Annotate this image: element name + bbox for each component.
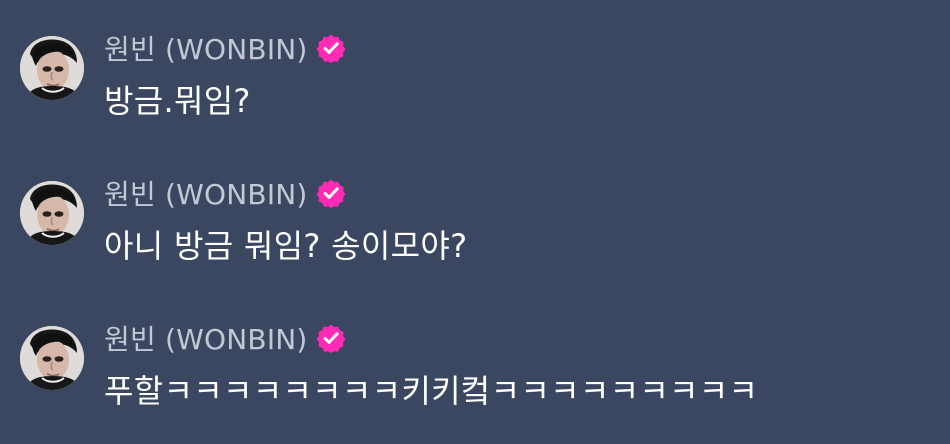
chat-message: 원빈 (WONBIN) 푸할ㅋㅋㅋㅋㅋㅋㅋㅋ키키컼ㅋㅋㅋㅋㅋㅋㅋㅋㅋ — [20, 318, 920, 418]
avatar[interactable] — [20, 181, 84, 245]
sender-name[interactable]: 원빈 (WONBIN) — [104, 173, 308, 213]
avatar[interactable] — [20, 326, 84, 390]
message-text: 방금.뭐임? — [104, 82, 251, 120]
message-header: 원빈 (WONBIN) — [104, 173, 346, 213]
verified-badge-icon — [316, 178, 346, 208]
avatar-image — [20, 326, 84, 390]
verified-badge-icon — [316, 323, 346, 353]
avatar-image — [20, 36, 84, 100]
sender-name[interactable]: 원빈 (WONBIN) — [104, 318, 308, 358]
chat-message: 원빈 (WONBIN) 아니 방금 뭐임? 송이모야? — [20, 173, 920, 273]
message-header: 원빈 (WONBIN) — [104, 318, 346, 358]
avatar[interactable] — [20, 36, 84, 100]
sender-name[interactable]: 원빈 (WONBIN) — [104, 28, 308, 68]
message-header: 원빈 (WONBIN) — [104, 28, 346, 68]
chat-message: 원빈 (WONBIN) 방금.뭐임? — [20, 28, 920, 128]
chat-thread: 원빈 (WONBIN) 방금.뭐임? 원빈 (WONBIN) 아니 방금 뭐임?… — [0, 0, 950, 444]
verified-badge-icon — [316, 33, 346, 63]
message-text: 아니 방금 뭐임? 송이모야? — [104, 227, 468, 265]
message-text: 푸할ㅋㅋㅋㅋㅋㅋㅋㅋ키키컼ㅋㅋㅋㅋㅋㅋㅋㅋㅋ — [104, 372, 759, 410]
avatar-image — [20, 181, 84, 245]
